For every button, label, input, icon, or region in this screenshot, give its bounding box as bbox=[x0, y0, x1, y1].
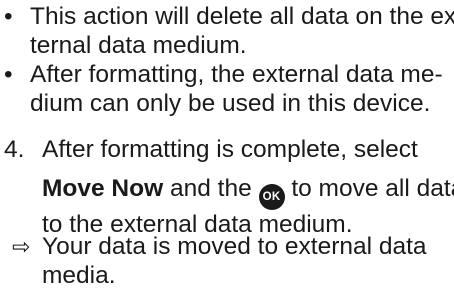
result-text-line: media. bbox=[42, 262, 116, 289]
result-row: ⇨ Your data is moved to external data me… bbox=[0, 232, 454, 290]
step-text-line-1: After formatting is complete, select bbox=[42, 136, 418, 163]
bullet-marker: • bbox=[4, 61, 13, 88]
ok-button-icon: OK bbox=[258, 184, 285, 210]
manual-page: • This action will delete all data on th… bbox=[0, 0, 454, 290]
warning-bullet-list: • This action will delete all data on th… bbox=[0, 2, 454, 118]
result-arrow-icon: ⇨ bbox=[12, 234, 31, 259]
step-result: ⇨ Your data is moved to external data me… bbox=[0, 232, 454, 290]
bullet-text-line: ternal data medium. bbox=[30, 32, 247, 59]
result-text-line: Your data is moved to external data bbox=[42, 233, 427, 260]
step-number: 4. bbox=[4, 136, 25, 163]
bullet-item-device-only-warning: • After formatting, the external data me… bbox=[0, 60, 454, 118]
bullet-text-line: After formatting, the external data me- bbox=[30, 61, 443, 88]
step-text-fragment: and the bbox=[163, 175, 259, 202]
step-text-fragment: to move all data bbox=[284, 175, 454, 202]
move-now-label: Move Now bbox=[42, 175, 164, 202]
instruction-step-4: 4. After formatting is complete, select … bbox=[0, 135, 454, 239]
bullet-text-line: dium can only be used in this device. bbox=[30, 90, 431, 117]
step-text-line-2: Move Now and the OK to move all data bbox=[42, 174, 454, 210]
bullet-text-line: This action will delete all data on the … bbox=[30, 3, 454, 30]
bullet-marker: • bbox=[4, 3, 13, 30]
step-row: 4. After formatting is complete, select … bbox=[0, 135, 454, 239]
bullet-item-delete-warning: • This action will delete all data on th… bbox=[0, 2, 454, 60]
